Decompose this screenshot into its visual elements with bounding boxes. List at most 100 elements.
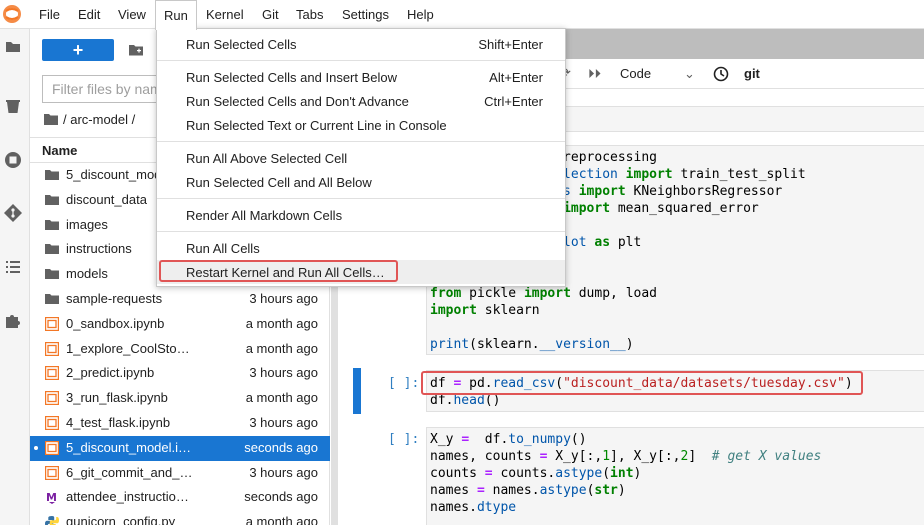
- run-menu-item-label: Run Selected Text or Current Line in Con…: [186, 118, 447, 133]
- file-name: 5_discount_model.i…: [66, 439, 192, 455]
- extension-puzzle-icon[interactable]: [3, 310, 23, 330]
- run-menu-item-label: Run All Above Selected Cell: [186, 151, 348, 166]
- run-menu-item[interactable]: Run Selected Cell and All Below: [157, 170, 565, 194]
- table-of-contents-icon[interactable]: [3, 257, 23, 277]
- file-modified: 3 hours ago: [249, 415, 318, 430]
- run-menu-item-label: Run Selected Cells and Insert Below: [186, 70, 398, 85]
- file-row[interactable]: 5_discount_model.i… seconds ago: [30, 435, 330, 461]
- menu-bar: File Edit View Run Kernel Git Tabs Setti…: [0, 0, 924, 30]
- file-name: attendee_instructio…: [66, 489, 189, 505]
- run-menu-dropdown: Run Selected Cells Shift+Enter Run Selecte…: [156, 28, 566, 287]
- menu-file[interactable]: File: [39, 0, 60, 29]
- file-modified: 3 hours ago: [249, 291, 318, 306]
- read-csv-highlight-box: [421, 371, 863, 395]
- menu-settings[interactable]: Settings: [342, 0, 389, 29]
- run-menu-item-label: Run Selected Cells: [186, 37, 297, 52]
- folder-icon[interactable]: [3, 37, 23, 57]
- run-menu-item-label: Run Selected Cells and Don't Advance: [186, 94, 409, 109]
- running-dot-icon: [34, 445, 38, 450]
- menu-separator: [157, 141, 565, 142]
- file-name: 4_test_flask.ipynb: [66, 415, 171, 430]
- file-modified: seconds ago: [244, 489, 318, 505]
- menu-help[interactable]: Help: [407, 0, 434, 29]
- menu-git[interactable]: Git: [262, 0, 279, 29]
- run-menu-item-shortcut: Alt+Enter: [489, 70, 543, 85]
- file-modified: a month ago: [245, 315, 318, 331]
- run-menu-item[interactable]: Run All Above Selected Cell: [157, 146, 565, 170]
- run-menu-item[interactable]: Run Selected Cells and Insert Below Alt+E…: [157, 65, 565, 89]
- menu-separator: [157, 198, 565, 199]
- breadcrumb: / arc-model /: [44, 111, 135, 129]
- cell-4-prompt: [ ]:: [388, 432, 420, 447]
- menu-tabs[interactable]: Tabs: [296, 0, 323, 29]
- left-sidebar-tabs: [0, 29, 30, 525]
- file-name: 1_explore_CoolSto…: [66, 340, 190, 356]
- new-launcher-button[interactable]: +: [42, 39, 114, 61]
- file-row[interactable]: Mattendee_instructio… seconds ago: [30, 485, 330, 510]
- folder-icon: [45, 267, 59, 281]
- notebook-icon: [44, 465, 60, 480]
- file-row[interactable]: 2_predict.ipynb 3 hours ago: [30, 361, 330, 386]
- file-modified: a month ago: [245, 514, 318, 525]
- file-name: gunicorn_config.py: [66, 514, 176, 525]
- notebook-icon: [44, 390, 60, 406]
- markdown-icon: M: [45, 490, 59, 505]
- file-modified: seconds ago: [244, 439, 318, 455]
- menu-run[interactable]: Run: [155, 0, 197, 30]
- trash-icon[interactable]: [3, 97, 23, 117]
- running-stop-icon[interactable]: [3, 150, 23, 170]
- cell-3-prompt: [ ]:: [388, 376, 420, 391]
- fast-forward-icon[interactable]: ⏵⏵: [588, 66, 601, 82]
- home-folder-icon[interactable]: [44, 113, 58, 125]
- run-menu-item[interactable]: Run Selected Cells and Don't Advance Ctrl…: [157, 89, 565, 113]
- name-column-header[interactable]: Name: [42, 143, 77, 158]
- folder-icon: [45, 242, 59, 256]
- jupyter-logo-icon: [3, 5, 21, 23]
- file-row[interactable]: 3_run_flask.ipynb a month ago: [30, 386, 330, 411]
- menu-kernel[interactable]: Kernel: [206, 0, 244, 29]
- cell-type-select[interactable]: Code: [620, 66, 651, 81]
- run-menu-item-shortcut: Shift+Enter: [478, 37, 543, 52]
- folder-icon: [45, 193, 59, 207]
- notebook-icon: [44, 366, 60, 381]
- notebook-icon: [44, 316, 60, 331]
- run-menu-item[interactable]: Render All Markdown Cells: [157, 203, 565, 227]
- file-name: 2_predict.ipynb: [66, 365, 155, 381]
- notebook-icon: [44, 440, 60, 455]
- python-icon: [45, 515, 59, 525]
- menu-view[interactable]: View: [118, 0, 146, 29]
- file-row[interactable]: sample-requests 3 hours ago: [30, 287, 330, 312]
- menu-separator: [157, 231, 565, 232]
- file-row[interactable]: gunicorn_config.py a month ago: [30, 510, 330, 525]
- file-name: sample-requests: [66, 291, 163, 306]
- file-row[interactable]: 0_sandbox.ipynb a month ago: [30, 312, 330, 337]
- active-cell-indicator: [353, 368, 361, 414]
- run-menu-item-label: Render All Markdown Cells: [186, 208, 343, 223]
- breadcrumb-path[interactable]: / arc-model /: [63, 112, 135, 127]
- run-menu-item-label: Run All Cells: [186, 241, 260, 256]
- run-menu-item[interactable]: Run All Cells: [157, 236, 565, 260]
- file-modified: a month ago: [245, 390, 318, 406]
- menu-edit[interactable]: Edit: [78, 0, 100, 29]
- file-name: 6_git_commit_and_…: [66, 464, 193, 480]
- chevron-down-icon[interactable]: ⌄: [684, 66, 695, 82]
- menu-separator: [157, 60, 565, 61]
- git-diff-button[interactable]: git: [744, 66, 760, 81]
- run-menu-item[interactable]: Run Selected Cells Shift+Enter: [157, 32, 565, 56]
- file-modified: 3 hours ago: [249, 464, 318, 480]
- folder-icon: [45, 218, 59, 232]
- file-row[interactable]: 4_test_flask.ipynb 3 hours ago: [30, 411, 330, 436]
- file-row[interactable]: 6_git_commit_and_… 3 hours ago: [30, 461, 330, 486]
- file-modified: a month ago: [245, 340, 318, 356]
- restart-highlight-box: [159, 260, 398, 282]
- run-menu-item[interactable]: Restart Kernel and Run All Cells…: [157, 260, 565, 284]
- git-icon[interactable]: [3, 203, 23, 223]
- notebook-icon: [44, 341, 60, 356]
- run-menu-item-label: Run Selected Cell and All Below: [186, 175, 372, 190]
- clock-icon[interactable]: [713, 66, 729, 82]
- run-menu-item[interactable]: Run Selected Text or Current Line in Con…: [157, 113, 565, 137]
- notebook-icon: [44, 415, 60, 431]
- new-folder-icon[interactable]: [128, 42, 144, 58]
- file-row[interactable]: 1_explore_CoolSto… a month ago: [30, 337, 330, 362]
- file-modified: 3 hours ago: [249, 365, 318, 381]
